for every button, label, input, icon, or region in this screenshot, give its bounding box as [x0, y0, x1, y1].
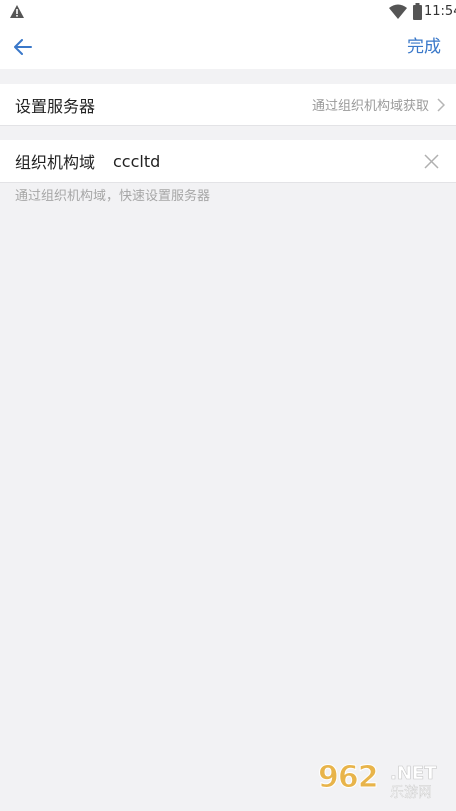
close-icon[interactable] [423, 153, 440, 170]
status-time: 11:54 [424, 4, 456, 19]
hint-text: 通过组织机构域，快速设置服务器 [15, 189, 211, 204]
done-button[interactable]: 完成 [407, 34, 441, 60]
top-nav-bar: 完成 [0, 24, 456, 69]
org-domain-label: 组织机构域 [15, 153, 96, 172]
watermark-number: 962 [318, 760, 380, 796]
arrow-left-icon [14, 39, 32, 55]
wifi-icon [389, 4, 407, 19]
chevron-right-icon [437, 98, 445, 112]
set-server-label: 设置服务器 [15, 96, 96, 116]
back-button[interactable] [6, 30, 40, 64]
watermark-site-name: 乐游网 [390, 785, 432, 801]
org-domain-row: 组织机构域 [0, 140, 456, 183]
watermark-logo: 962 .NET 乐游网 [318, 760, 452, 806]
server-source-value: 通过组织机构域获取 [311, 99, 429, 114]
warning-icon [10, 5, 24, 18]
battery-icon [413, 3, 422, 20]
set-server-row[interactable]: 设置服务器 通过组织机构域获取 [0, 84, 456, 126]
status-bar: 11:54 [0, 0, 456, 24]
org-domain-input[interactable] [113, 148, 393, 175]
watermark-domain: .NET [390, 763, 437, 784]
